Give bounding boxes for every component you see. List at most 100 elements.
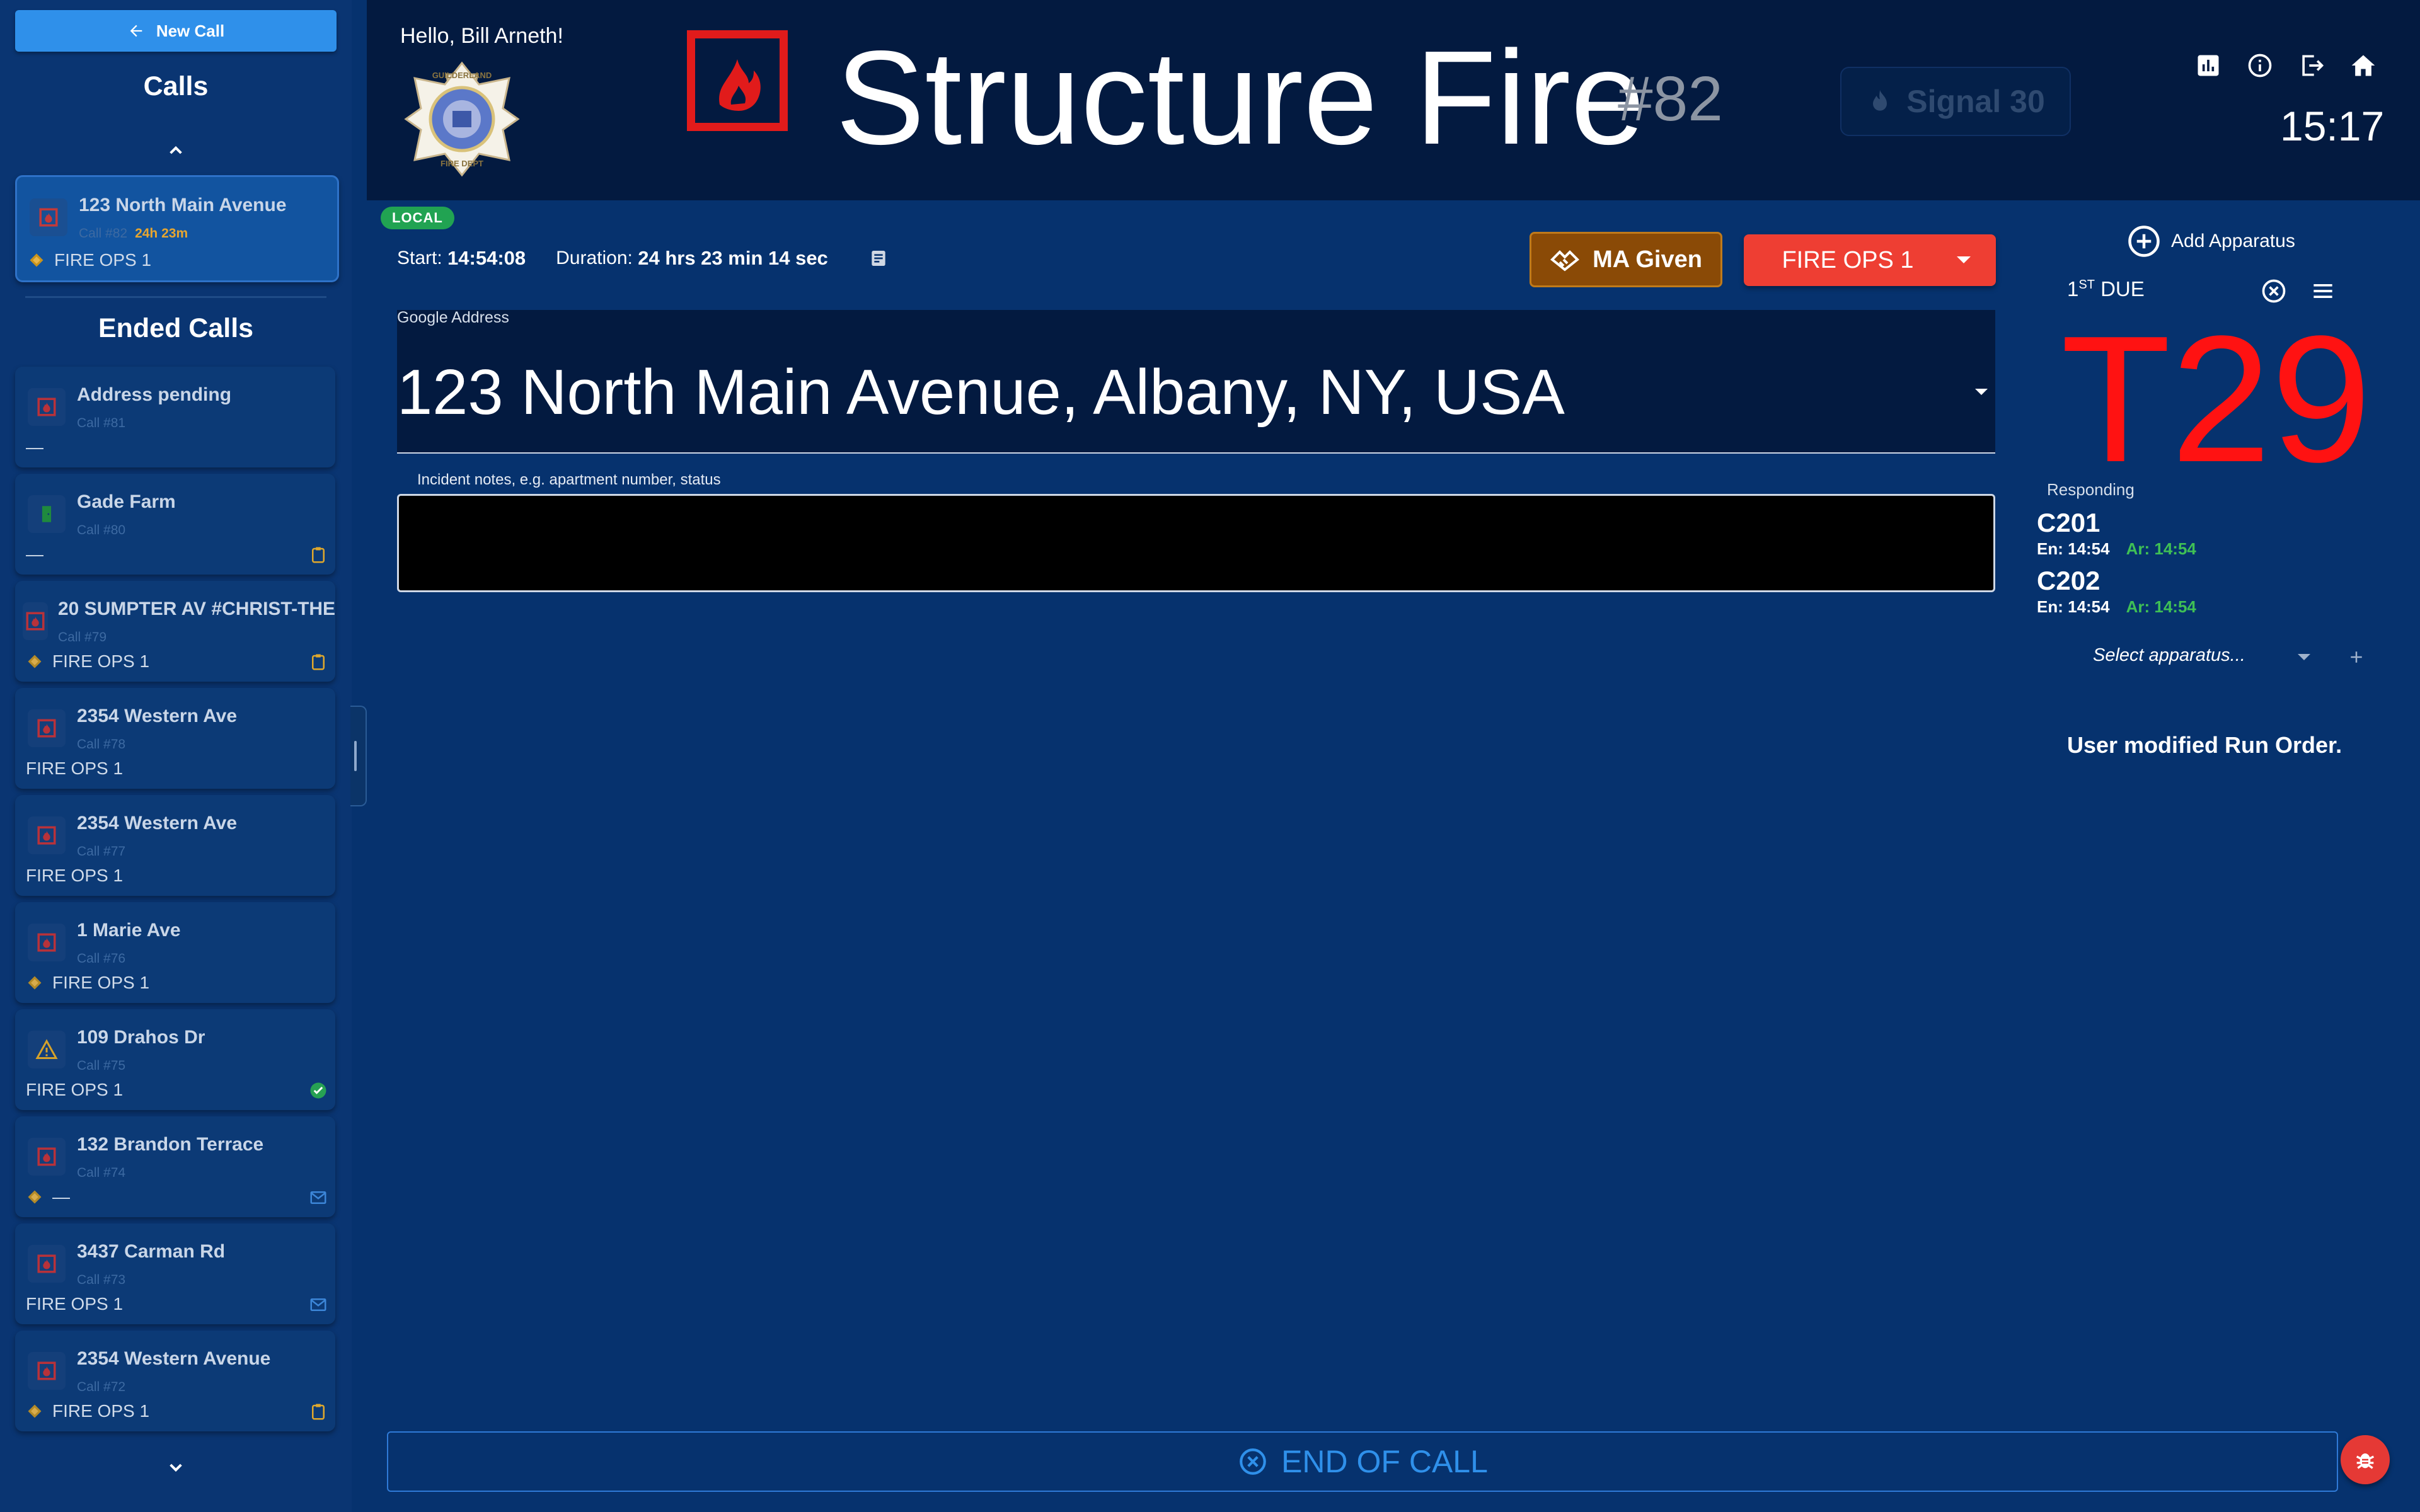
duration-value: 24 hrs 23 min 14 sec: [638, 247, 828, 269]
ended-call-card[interactable]: Gade Farm Call #80 —: [15, 474, 335, 575]
call-number: Call #81: [77, 416, 126, 430]
mail-icon: [309, 1188, 328, 1207]
responding-unit-times: En: 14:54 Ar: 14:54: [2037, 597, 2196, 616]
chart-icon[interactable]: [2194, 52, 2222, 79]
new-call-button[interactable]: New Call: [15, 10, 337, 52]
fire-icon: [28, 816, 66, 854]
call-address: 109 Drahos Dr: [77, 1027, 205, 1048]
call-dispatch: FIRE OPS 1: [26, 1294, 124, 1314]
address-value[interactable]: 123 North Main Avenue, Albany, NY, USA: [397, 357, 1565, 429]
handshake-icon: [26, 1188, 43, 1206]
caret-down-icon[interactable]: [2298, 654, 2310, 660]
duration-label: Duration:: [556, 248, 633, 268]
chevron-down-icon[interactable]: [163, 1455, 188, 1480]
ended-call-card[interactable]: 2354 Western Ave Call #77 FIRE OPS 1: [15, 795, 335, 896]
start-label: Start:: [397, 248, 442, 268]
add-apparatus-button[interactable]: Add Apparatus: [2127, 224, 2295, 258]
info-icon[interactable]: [2246, 52, 2274, 79]
responding-label: Responding: [2047, 480, 2135, 499]
active-call-card[interactable]: 123 North Main Avenue Call #82 24h 23m FI…: [15, 175, 339, 282]
ended-call-card[interactable]: 2354 Western Ave Call #78 FIRE OPS 1: [15, 688, 335, 789]
ended-call-card[interactable]: Address pending Call #81 —: [15, 367, 335, 467]
new-call-label: New Call: [156, 21, 225, 40]
green-door-icon: [28, 495, 66, 533]
call-dispatch: FIRE OPS 1: [26, 866, 124, 885]
call-dispatch: FIRE OPS 1: [26, 973, 149, 993]
signal-30-button[interactable]: Signal 30: [1840, 67, 2071, 136]
ended-call-card[interactable]: 109 Drahos Dr Call #75 FIRE OPS 1: [15, 1009, 335, 1110]
warning-icon: [28, 1031, 66, 1068]
notes-doc-icon[interactable]: [868, 248, 889, 268]
call-dispatch: —: [26, 437, 43, 457]
bug-report-button[interactable]: [2341, 1435, 2390, 1484]
call-address: Address pending: [77, 384, 232, 405]
sidebar-divider: [25, 296, 326, 298]
call-address: 123 North Main Avenue: [79, 195, 287, 215]
clipboard-icon: [309, 1402, 328, 1421]
mail-icon: [309, 1295, 328, 1314]
call-number: Call #80: [77, 523, 126, 537]
ended-call-card[interactable]: 20 SUMPTER AV #CHRIST-THE Call #79 FIRE OP…: [15, 581, 335, 682]
add-plus-icon[interactable]: [2347, 648, 2366, 667]
fire-icon: [28, 1352, 66, 1390]
caret-down-icon: [1957, 256, 1971, 263]
handshake-icon: [28, 251, 45, 269]
call-number-label: #82: [1618, 64, 1723, 134]
chevron-up-icon[interactable]: [163, 137, 188, 163]
call-number: Call #79: [58, 630, 107, 644]
greeting: Hello, Bill Arneth!: [400, 24, 563, 48]
home-icon[interactable]: [2349, 52, 2377, 79]
incident-notes-input[interactable]: [397, 494, 1995, 592]
call-duration: 24h 23m: [135, 226, 188, 241]
select-apparatus-dropdown[interactable]: Select apparatus...: [2093, 645, 2245, 666]
call-address: Gade Farm: [77, 491, 176, 512]
dispatch-channel-select[interactable]: FIRE OPS 1: [1744, 234, 1996, 286]
address-dropdown-icon[interactable]: [1975, 389, 1988, 395]
ended-call-card[interactable]: 2354 Western Avenue Call #72 FIRE OPS 1: [15, 1331, 335, 1431]
call-address: 1 Marie Ave: [77, 920, 181, 941]
end-of-call-label: END OF CALL: [1281, 1444, 1488, 1479]
call-dispatch: FIRE OPS 1: [26, 759, 124, 778]
end-of-call-button[interactable]: END OF CALL: [387, 1431, 2338, 1492]
notes-field-label: Incident notes, e.g. apartment number, s…: [417, 471, 721, 488]
call-dispatch: —: [26, 544, 43, 564]
call-number: Call #75: [77, 1058, 126, 1073]
clipboard-icon: [309, 653, 328, 672]
clock: 15:17: [2280, 103, 2385, 149]
fire-icon: [23, 602, 48, 640]
fire-icon: [28, 1245, 66, 1283]
bug-icon: [2353, 1447, 2378, 1472]
call-address: 2354 Western Avenue: [77, 1348, 271, 1369]
svg-text:GUILDERLAND: GUILDERLAND: [432, 71, 492, 80]
call-number: Call #73: [77, 1273, 126, 1287]
local-badge: LOCAL: [381, 207, 454, 229]
responding-unit-name[interactable]: C201: [2037, 508, 2100, 538]
call-dispatch: FIRE OPS 1: [28, 250, 151, 270]
structure-fire-icon: [687, 30, 788, 131]
responding-unit-times: En: 14:54 Ar: 14:54: [2037, 539, 2196, 558]
flame-icon: [1866, 88, 1894, 115]
call-address: 132 Brandon Terrace: [77, 1134, 264, 1155]
call-dispatch: FIRE OPS 1: [26, 651, 149, 672]
sidebar-resize-handle[interactable]: [350, 706, 367, 806]
department-logo: GUILDERLAND FIRE DEPT: [402, 59, 522, 179]
svg-text:FIRE DEPT: FIRE DEPT: [441, 159, 483, 168]
responding-unit-name[interactable]: C202: [2037, 566, 2100, 596]
ended-call-card[interactable]: 132 Brandon Terrace Call #74 —: [15, 1116, 335, 1217]
call-address: 3437 Carman Rd: [77, 1241, 226, 1262]
logout-icon[interactable]: [2298, 52, 2325, 79]
call-address: 2354 Western Ave: [77, 706, 238, 726]
run-order-note: User modified Run Order.: [2067, 732, 2342, 758]
address-field-label: Google Address: [397, 309, 509, 326]
add-apparatus-label: Add Apparatus: [2171, 231, 2295, 251]
ended-call-card[interactable]: 3437 Carman Rd Call #73 FIRE OPS 1: [15, 1223, 335, 1324]
plus-circle-icon: [2127, 224, 2161, 258]
call-number: Call #77: [77, 844, 126, 859]
ended-call-card[interactable]: 1 Marie Ave Call #76 FIRE OPS 1: [15, 902, 335, 1003]
handshake-icon: [1550, 244, 1580, 275]
sidebar: New Call Calls 123 North Main Avenue Cal…: [0, 0, 352, 1512]
arrow-left-icon: [127, 22, 145, 40]
ma-given-button[interactable]: MA Given: [1530, 232, 1722, 287]
fire-icon: [30, 198, 67, 236]
call-address: 20 SUMPTER AV #CHRIST-THE: [58, 598, 335, 619]
